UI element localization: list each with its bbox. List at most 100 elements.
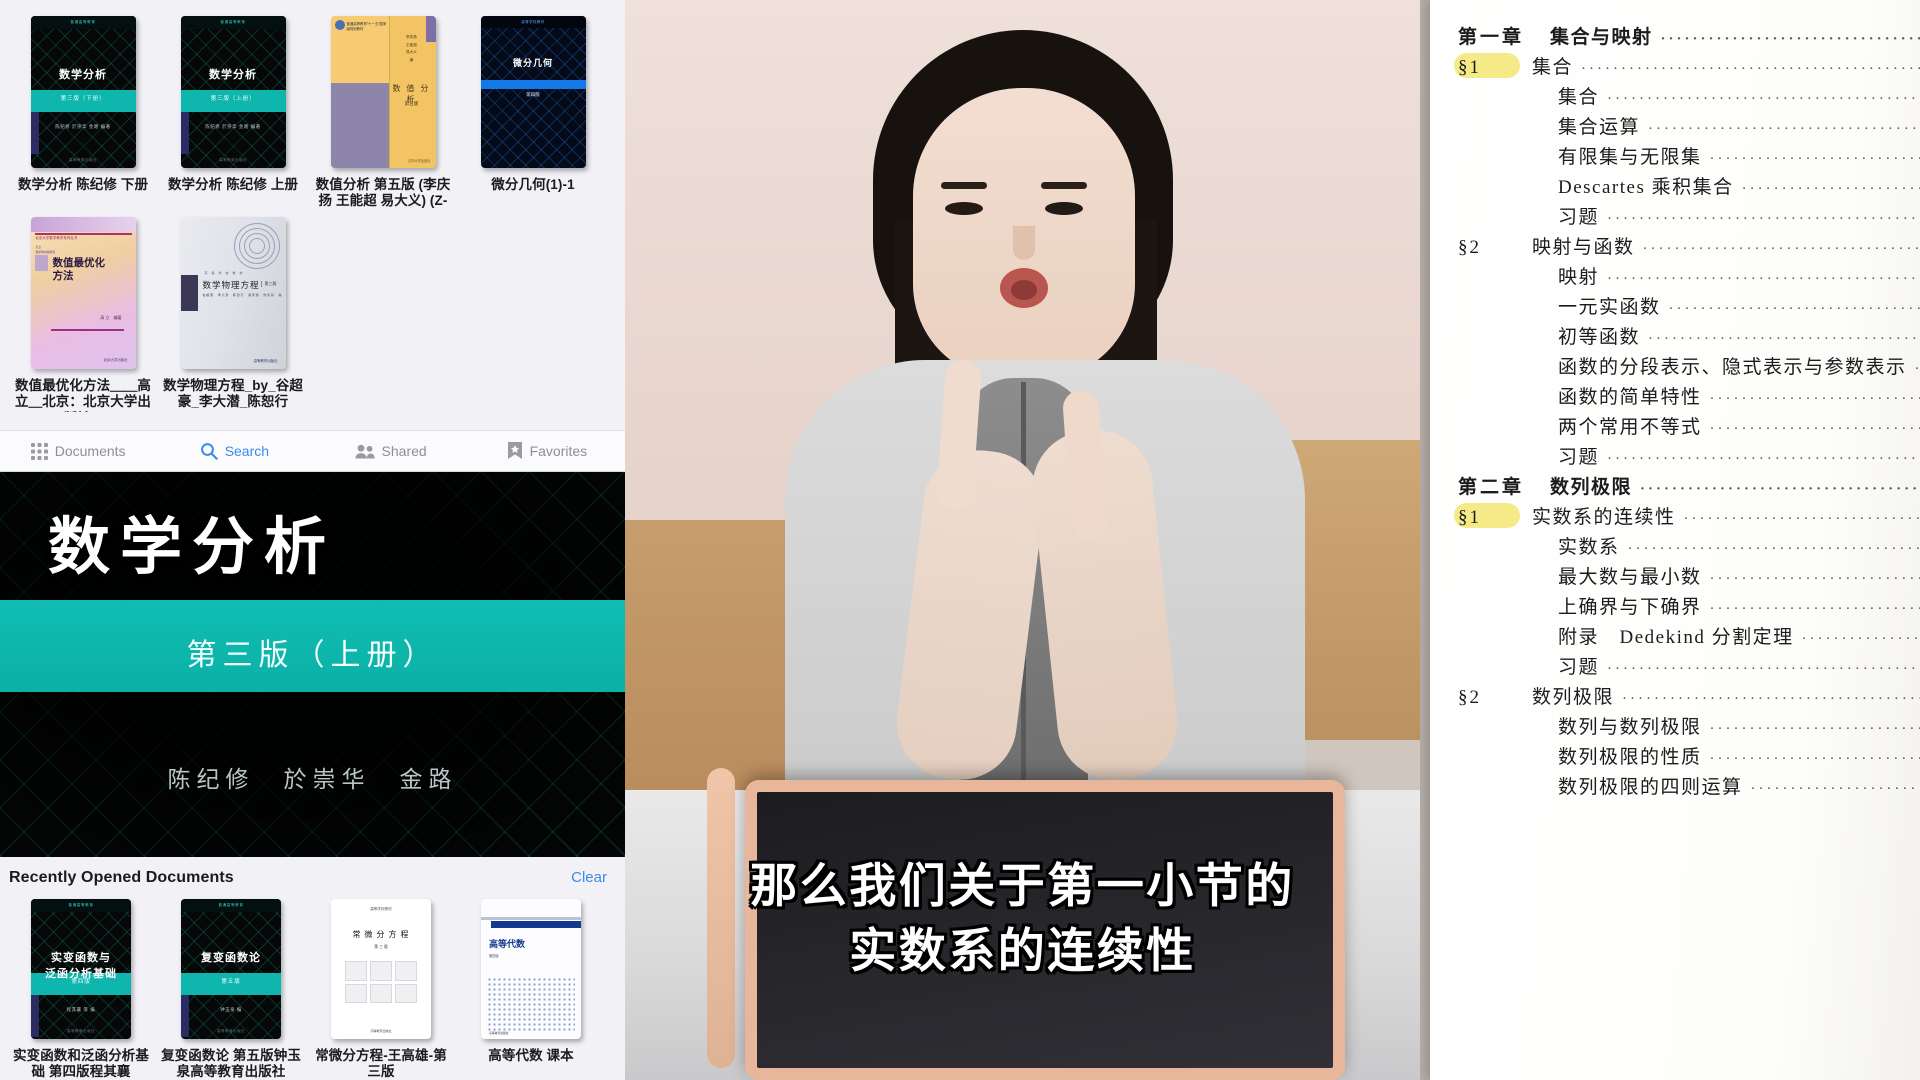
open-document-cover[interactable]: 数学分析 第三版（上册） 陈纪修 於崇华 金路 [0, 472, 625, 857]
toc-text: 集合运算 [1558, 117, 1641, 138]
cover-authors: 陈纪修 於崇华 金路 [167, 767, 458, 792]
toc-entry: §2 映射与函数 ·······························… [1458, 238, 1920, 268]
toc-entry: 第二章 数列极限 ·······························… [1458, 478, 1920, 508]
book-cover-thumbnail[interactable]: 高等学校教材 数学物理方程 第三版 谷超豪 李大潜 陈恕行 郑宋穆 谭永基 编 … [180, 217, 286, 369]
toc-text: 数列极限的四则运算 [1558, 777, 1743, 798]
book-cover-thumbnail[interactable]: 普通高等教育"十一五"国家级规划教材 李庆扬 王能超 易大义编 数 值 分 析 第五… [330, 16, 436, 168]
toc-entry: 附录 Dedekind 分割定理 ·······················… [1458, 628, 1920, 658]
toc-entry: 习题 ·····································… [1458, 208, 1920, 238]
toc-text: 映射与函数 [1532, 237, 1635, 258]
book-cover-thumbnail[interactable]: 普通高等教育 实变函数与 泛函分析基础 第四版 程其襄 等 编 高等教育出版社 [31, 899, 131, 1039]
toc-number: §1 [1454, 503, 1532, 528]
tab-documents[interactable]: Documents [0, 442, 156, 460]
library-item[interactable]: 普通高等教育 数学分析 第三版（下册） 陈纪修 於崇华 金路 编著 高等教育出版… [8, 10, 158, 211]
library-item[interactable]: 普通高等教育 数学分析 第三版（上册） 陈纪修 於崇华 金路 编著 高等教育出版… [158, 10, 308, 211]
library-item[interactable]: 普通高等教育"十一五"国家级规划教材 李庆扬 王能超 易大义编 数 值 分 析 第五… [308, 10, 458, 211]
toc-text: 集合 [1532, 57, 1574, 78]
tab-shared[interactable]: Shared [313, 443, 469, 459]
toc-leader-dots: ········································… [1709, 422, 1920, 437]
book-cover-thumbnail[interactable]: 普通高等教育 复变函数论 第五版 钟玉泉 编 高等教育出版社 [181, 899, 281, 1039]
book-title-label: 微分几何(1)-1 [491, 177, 575, 192]
toc-text: 习题 [1558, 657, 1600, 678]
toc-entry: §1 集合 ··································… [1454, 53, 1920, 88]
book-title-label: 数学物理方程_by_谷超豪_李大潜_陈恕行_z_l... [163, 378, 303, 412]
recently-opened-section: Recently Opened Documents Clear 普通高等教育 实… [0, 857, 625, 1080]
cover-edition: 第三版（上册） [186, 639, 439, 672]
toc-text: 习题 [1558, 207, 1600, 228]
presenter-nose [1013, 226, 1035, 260]
library-grid: 普通高等教育 数学分析 第三版（下册） 陈纪修 於崇华 金路 编著 高等教育出版… [0, 0, 625, 418]
clear-recent-button[interactable]: Clear [571, 869, 607, 886]
toc-leader-dots: ········································… [1709, 152, 1920, 167]
toc-text: 一元实函数 [1558, 297, 1661, 318]
toc-entry: 数列极限的四则运算 ······························… [1458, 778, 1920, 808]
book-title-label: 常微分方程-王高雄-第三版 [315, 1048, 447, 1080]
toc-entry: 第一章 集合与映射 ······························… [1458, 28, 1920, 58]
toc-leader-dots: ········································… [1607, 212, 1920, 227]
subtitle-line-2: 实数系的连续性 [849, 924, 1196, 978]
toc-leader-dots: ········································… [1750, 782, 1920, 797]
toc-text: 映射 [1558, 267, 1600, 288]
book-cover-thumbnail[interactable]: 高等代数 第四版 高等教育出版社 [481, 899, 581, 1039]
toc-text: 初等函数 [1558, 327, 1641, 348]
toc-text: 集合与映射 [1550, 27, 1653, 48]
recent-document-item[interactable]: 普通高等教育 复变函数论 第五版 钟玉泉 编 高等教育出版社 复变函数论 第五版… [156, 893, 306, 1080]
book-cover-thumbnail[interactable]: 高等学校教材 常 微 分 方 程 第 三 版 高等教育出版社 [331, 899, 431, 1039]
tab-favorites[interactable]: Favorites [469, 442, 625, 460]
toc-text: Descartes 乘积集合 [1558, 177, 1734, 198]
table-of-contents: 第一章 集合与映射 ······························… [1454, 28, 1920, 808]
toc-entry: 实数系 ····································… [1458, 538, 1920, 568]
toc-text: 有限集与无限集 [1558, 147, 1702, 168]
toc-number: §1 [1454, 53, 1532, 78]
textbook-page: 第一章 集合与映射 ······························… [1430, 0, 1920, 1080]
library-item[interactable]: 高等学校教材 数学物理方程 第三版 谷超豪 李大潜 陈恕行 郑宋穆 谭永基 编 … [158, 211, 308, 412]
toc-leader-dots: ········································… [1668, 302, 1920, 317]
recent-document-item[interactable]: 普通高等教育 实变函数与 泛函分析基础 第四版 程其襄 等 编 高等教育出版社 实… [6, 893, 156, 1080]
toc-leader-dots: ········································… [1642, 242, 1920, 257]
toc-entry: 一元实函数 ··································… [1458, 298, 1920, 328]
toc-number: 第一章 [1458, 27, 1525, 48]
toc-text: 数列极限 [1550, 477, 1633, 498]
toc-entry: 集合 ·····································… [1458, 88, 1920, 118]
library-item[interactable]: 北京大学数学教学系列丛书 高立 数学教材编审组 数值最优化 方法 高 立 编著 北京… [8, 211, 158, 412]
toc-entry: 函数的分段表示、隐式表示与参数表示 ······················… [1458, 358, 1920, 388]
presenter-eyebrow-left [941, 182, 987, 189]
toc-text: 数列极限的性质 [1558, 747, 1702, 768]
toc-entry: 上确界与下确界 ································… [1458, 598, 1920, 628]
book-title-label: 复变函数论 第五版钟玉泉高等教育出版社 [161, 1048, 301, 1080]
presenter-mouth [1000, 268, 1048, 308]
toc-leader-dots: ········································… [1607, 92, 1920, 107]
search-icon [200, 442, 218, 460]
toc-entry: Descartes 乘积集合 ·························… [1458, 178, 1920, 208]
book-title-label: 高等代数 课本 [488, 1048, 574, 1063]
toc-text: 最大数与最小数 [1558, 567, 1702, 588]
recent-document-item[interactable]: 高等代数 第四版 高等教育出版社 高等代数 课本 [456, 893, 606, 1080]
people-icon [354, 444, 375, 459]
recent-document-item[interactable]: 高等学校教材 常 微 分 方 程 第 三 版 高等教育出版社 常微分方程-王高雄… [306, 893, 456, 1080]
toc-leader-dots: ········································… [1709, 602, 1920, 617]
library-row-1: 普通高等教育 数学分析 第三版（下册） 陈纪修 於崇华 金路 编著 高等教育出版… [8, 10, 617, 211]
toc-leader-dots: ········································… [1709, 752, 1920, 767]
toc-leader-dots: ········································… [1648, 332, 1920, 347]
book-title-label: 数值分析 第五版 (李庆扬 王能超 易大义) (Z-Libr... [315, 177, 451, 211]
tab-search[interactable]: Search [156, 442, 312, 460]
book-cover-thumbnail[interactable]: 北京大学数学教学系列丛书 高立 数学教材编审组 数值最优化 方法 高 立 编著 北京… [30, 217, 136, 369]
book-title-label: 数学分析 陈纪修 下册 [17, 177, 149, 192]
toc-entry: 集合运算 ···································… [1458, 118, 1920, 148]
book-cover-thumbnail[interactable]: 普通高等教育 数学分析 第三版（上册） 陈纪修 於崇华 金路 编著 高等教育出版… [180, 16, 286, 168]
toc-number: §2 [1458, 237, 1481, 258]
toc-leader-dots: ········································… [1683, 512, 1920, 527]
tab-label-documents: Documents [54, 443, 126, 459]
toc-text: 数列极限 [1532, 687, 1615, 708]
book-title-label: 数值最优化方法＿＿高立＿北京：北京大学出版社... [15, 378, 151, 412]
book-cover-thumbnail[interactable]: 高等学校教材 微分几何 第四版 [480, 16, 586, 168]
book-cover-thumbnail[interactable]: 普通高等教育 数学分析 第三版（下册） 陈纪修 於崇华 金路 编著 高等教育出版… [30, 16, 136, 168]
presenter-eye-right [1045, 202, 1083, 215]
toc-entry: 有限集与无限集 ································… [1458, 148, 1920, 178]
presenter-eye-left [945, 202, 983, 215]
toc-leader-dots: ········································… [1709, 722, 1920, 737]
grid-icon [30, 442, 48, 460]
screen: 普通高等教育 数学分析 第三版（下册） 陈纪修 於崇华 金路 编著 高等教育出版… [0, 0, 1920, 1080]
toc-leader-dots: ········································… [1627, 542, 1920, 557]
library-item[interactable]: 高等学校教材 微分几何 第四版 微分几何(1)-1 [458, 10, 608, 211]
